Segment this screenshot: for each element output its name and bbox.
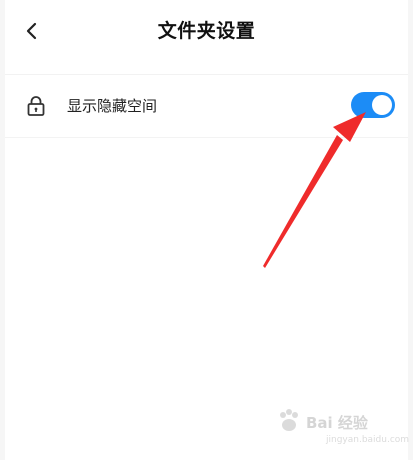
header-bar: 文件夹设置 <box>5 0 408 66</box>
settings-screen: 文件夹设置 显示隐藏空间 <box>5 0 408 460</box>
page-title: 文件夹设置 <box>157 20 256 42</box>
setting-label: 显示隐藏空间 <box>67 97 158 115</box>
toggle-knob <box>372 95 392 115</box>
watermark-url: jingyan.baidu.com <box>326 435 410 445</box>
baidu-watermark: Bai 经验 jingyan.baidu.com <box>276 402 410 454</box>
show-hidden-space-toggle[interactable] <box>351 92 395 118</box>
divider <box>5 137 408 138</box>
paw-icon <box>280 409 298 431</box>
setting-row-show-hidden-space[interactable]: 显示隐藏空间 <box>5 75 408 137</box>
lock-icon <box>27 96 45 116</box>
watermark-text: Bai 经验 <box>306 414 368 432</box>
